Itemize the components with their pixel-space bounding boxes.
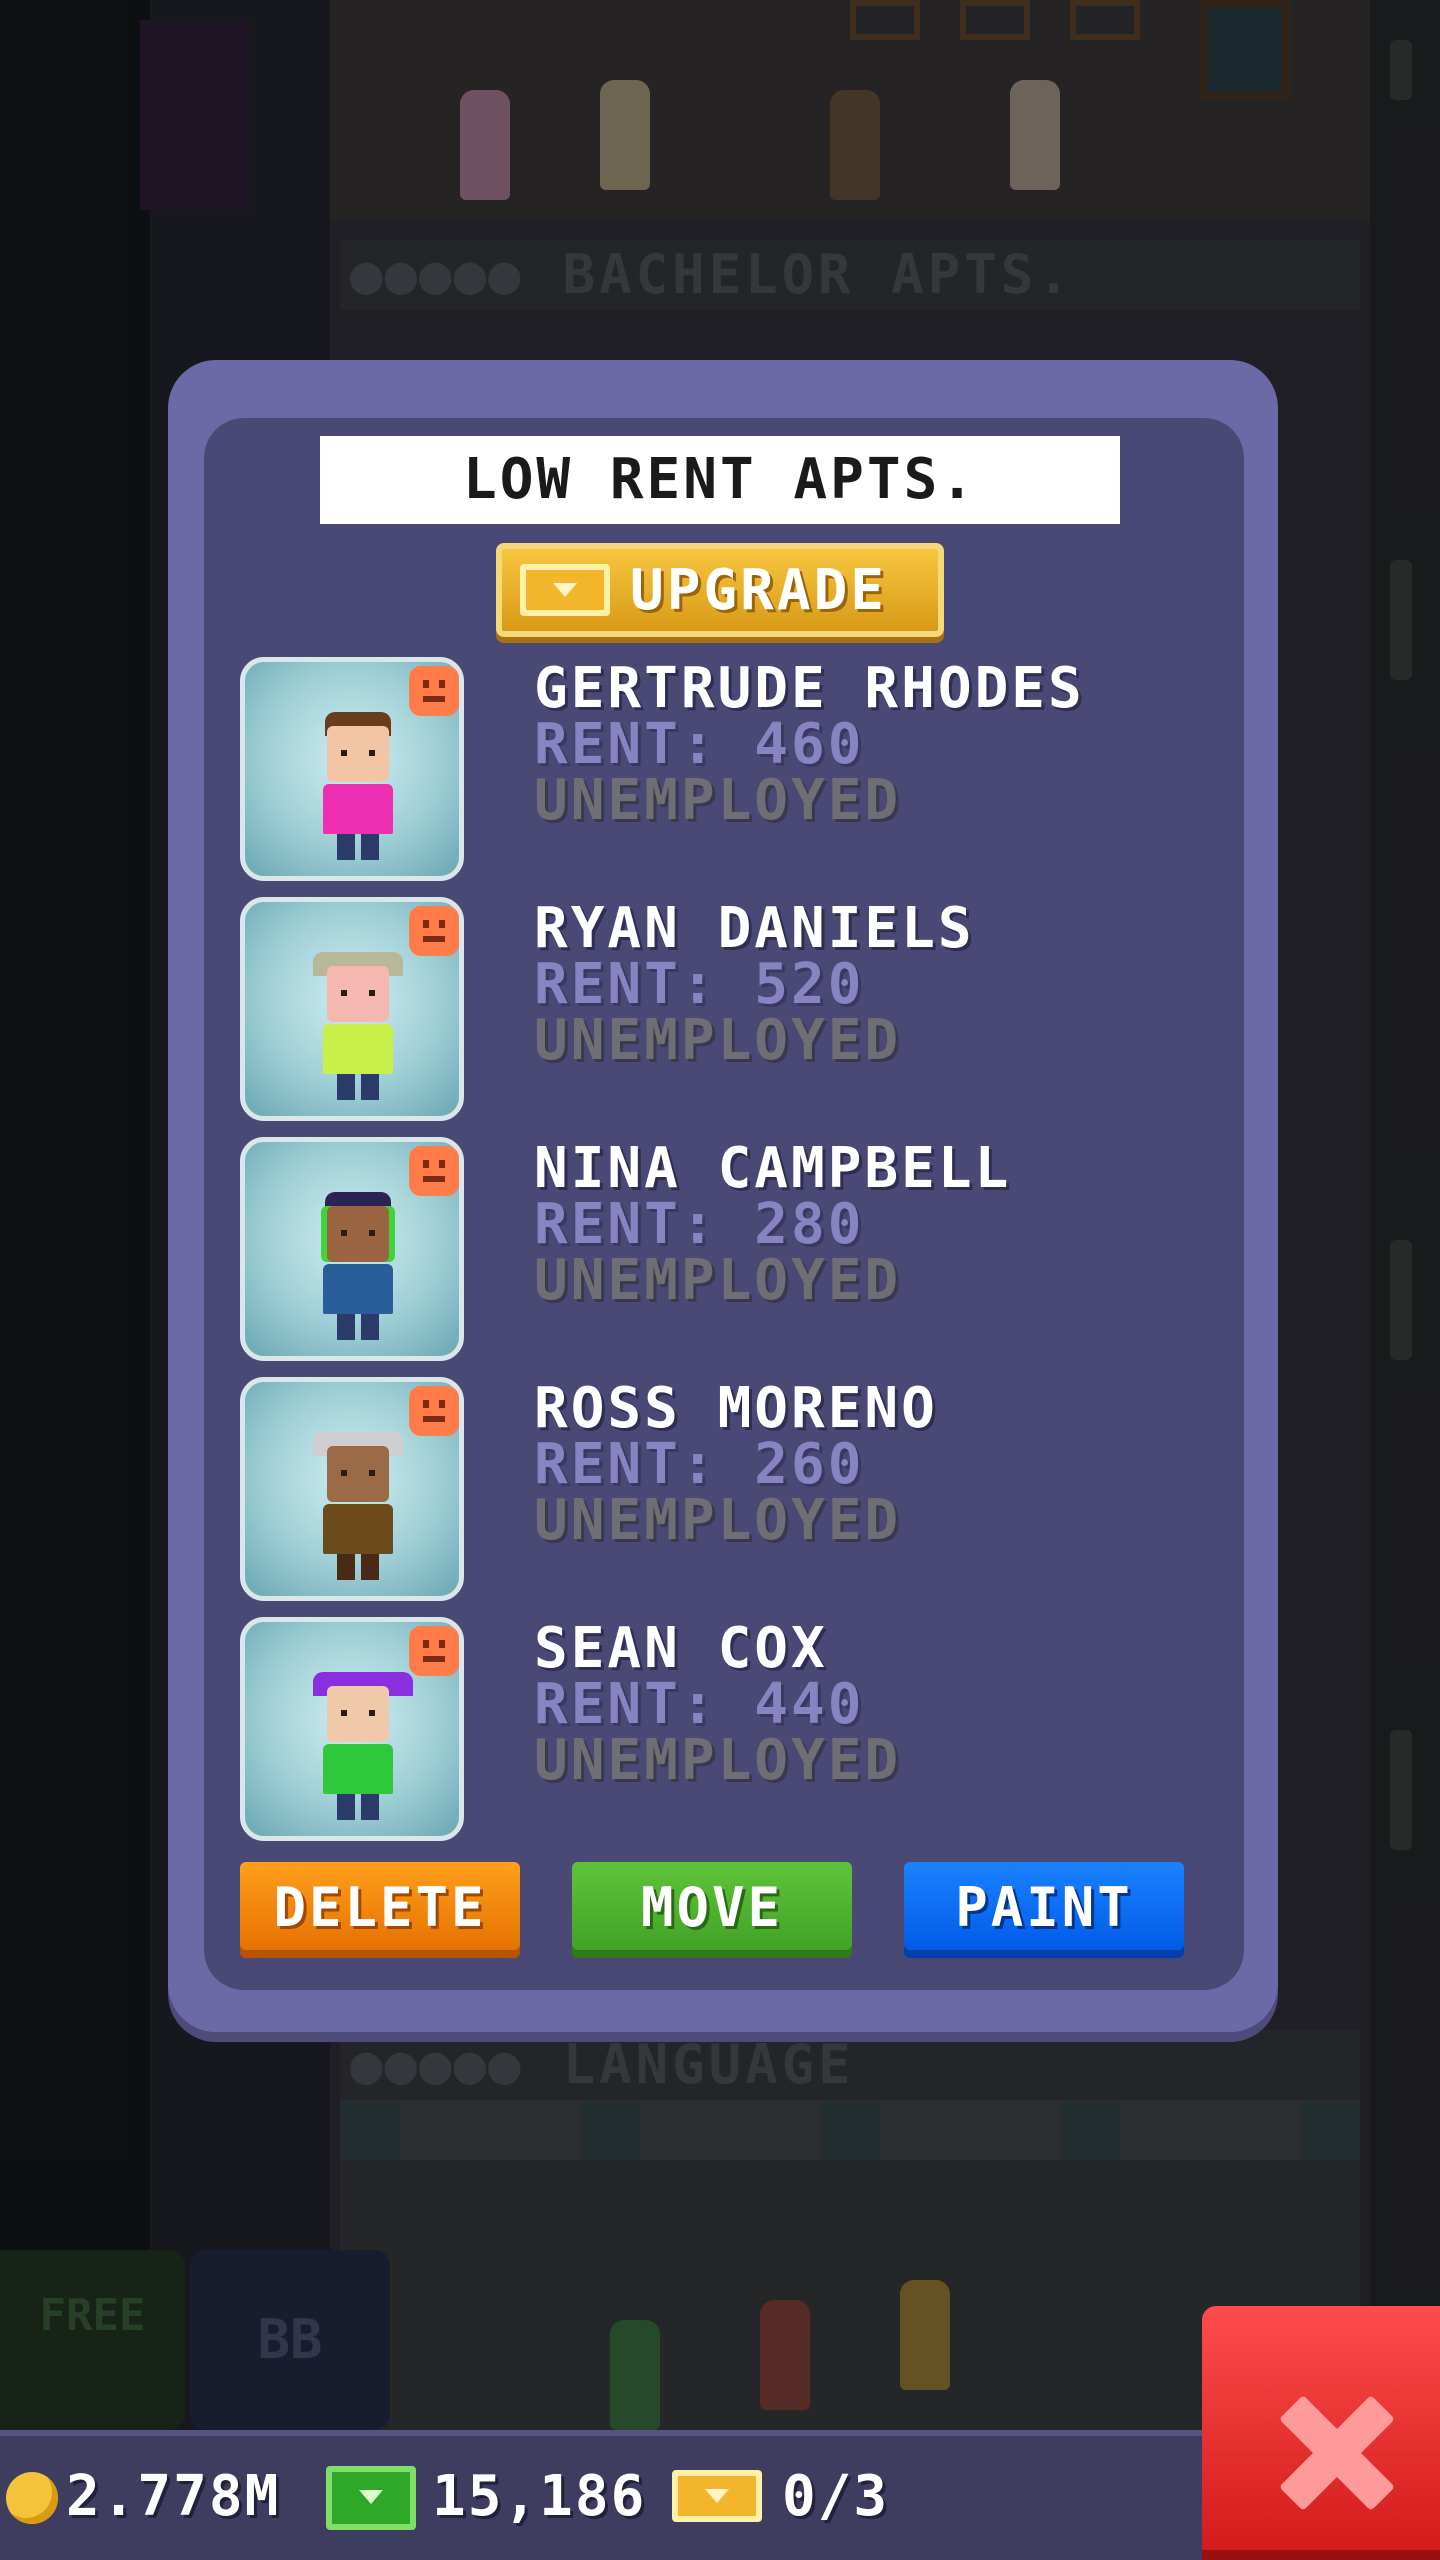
tenant-portrait[interactable] (240, 657, 464, 881)
coins-count: 2.778M (66, 2464, 281, 2529)
golden-ticket-icon (520, 564, 610, 616)
unhappy-face-icon (409, 1146, 459, 1196)
tenant-row[interactable]: SEAN COX RENT: 440 UNEMPLOYED (240, 1617, 1200, 1841)
tenant-portrait[interactable] (240, 1377, 464, 1601)
tenant-job: UNEMPLOYED (534, 768, 902, 833)
tenant-row[interactable]: NINA CAMPBELL RENT: 280 UNEMPLOYED (240, 1137, 1200, 1361)
bitizen-avatar (313, 712, 403, 862)
tenant-row[interactable]: ROSS MORENO RENT: 260 UNEMPLOYED (240, 1377, 1200, 1601)
paint-button[interactable]: PAINT (904, 1862, 1184, 1958)
coin-icon (6, 2472, 58, 2524)
golden-ticket-icon (672, 2470, 762, 2522)
unhappy-face-icon (409, 666, 459, 716)
tenant-job: UNEMPLOYED (534, 1488, 902, 1553)
upgrade-label: UPGRADE (630, 557, 888, 623)
tenant-job: UNEMPLOYED (534, 1248, 902, 1313)
unhappy-face-icon (409, 1386, 459, 1436)
tenant-job: UNEMPLOYED (534, 1728, 902, 1793)
move-button[interactable]: MOVE (572, 1862, 852, 1958)
tenant-row[interactable]: GERTRUDE RHODES RENT: 460 UNEMPLOYED (240, 657, 1200, 881)
tenant-portrait[interactable] (240, 1137, 464, 1361)
tickets-count: 0/3 (782, 2464, 890, 2529)
tenant-portrait[interactable] (240, 897, 464, 1121)
tenant-job: UNEMPLOYED (534, 1008, 902, 1073)
delete-button[interactable]: DELETE (240, 1862, 520, 1958)
bitizen-avatar (313, 1672, 413, 1822)
unhappy-face-icon (409, 1626, 459, 1676)
tenant-row[interactable]: RYAN DANIELS RENT: 520 UNEMPLOYED (240, 897, 1200, 1121)
bitizen-avatar (313, 952, 403, 1102)
bitizen-avatar (313, 1432, 403, 1582)
tenant-portrait[interactable] (240, 1617, 464, 1841)
bitizen-avatar (313, 1192, 403, 1342)
bux-icon (326, 2466, 416, 2530)
unhappy-face-icon (409, 906, 459, 956)
dialog-title: LOW RENT APTS. (320, 436, 1120, 524)
close-button[interactable] (1202, 2306, 1440, 2560)
upgrade-button[interactable]: UPGRADE (496, 543, 944, 637)
bux-count: 15,186 (432, 2464, 647, 2529)
